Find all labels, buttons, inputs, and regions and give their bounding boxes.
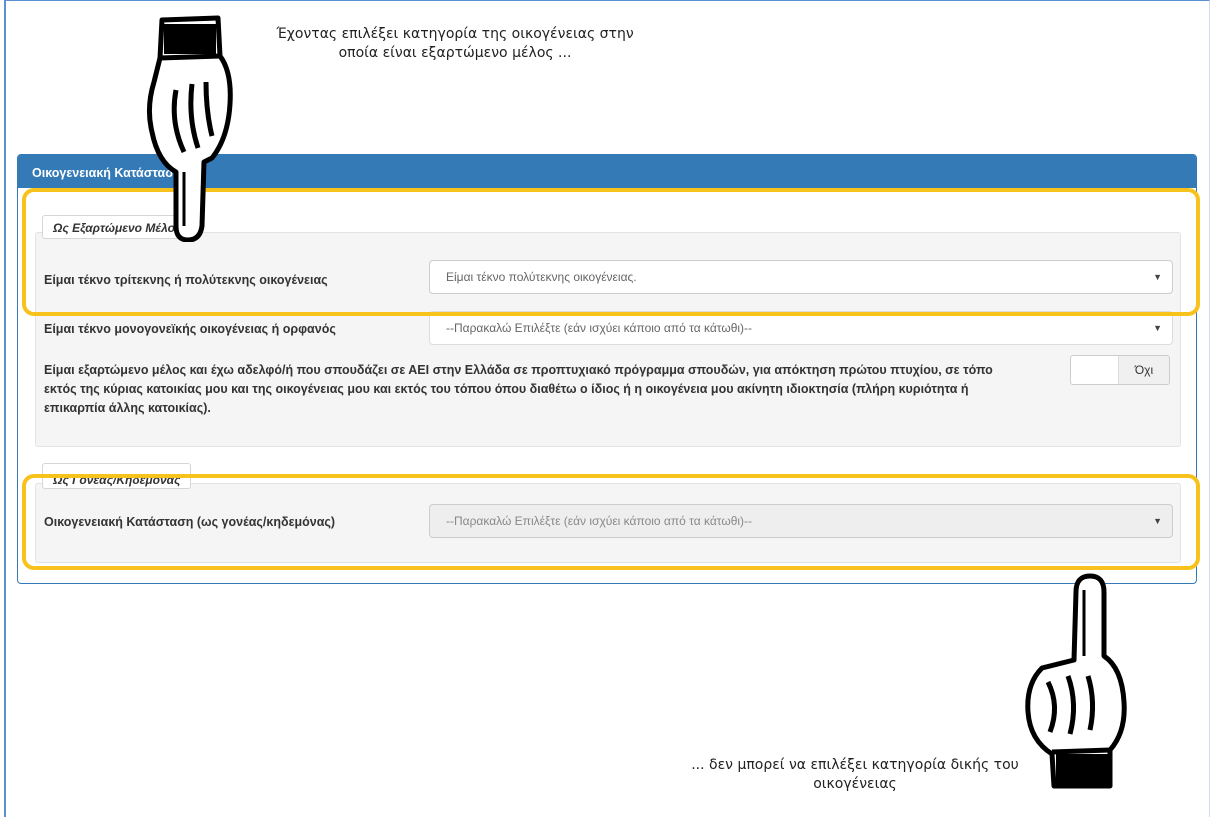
single-parent-select[interactable]: --Παρακαλώ Επιλέξτε (εάν ισχύει κάποιο α… <box>429 311 1173 345</box>
single-parent-select-value: --Παρακαλώ Επιλέξτε (εάν ισχύει κάποιο α… <box>446 321 753 335</box>
sibling-student-text: Είμαι εξαρτώμενο μέλος και έχω αδελφό/ή … <box>44 363 993 415</box>
sibling-student-toggle[interactable]: Όχι <box>1070 355 1170 385</box>
highlight-box-parent <box>22 474 1200 570</box>
pointing-hand-down-icon <box>146 15 233 242</box>
top-annotation: Έχοντας επιλέξει κατηγορία της οικογένει… <box>276 26 634 61</box>
single-parent-label: Είμαι τέκνο μονογονεϊκής οικογένειας ή ο… <box>44 322 336 336</box>
bottom-annotation: ... δεν μπορεί να επιλέξει κατηγορία δικ… <box>691 757 1019 792</box>
caret-down-icon: ▼ <box>1153 323 1162 333</box>
toggle-value: Όχι <box>1118 356 1169 384</box>
